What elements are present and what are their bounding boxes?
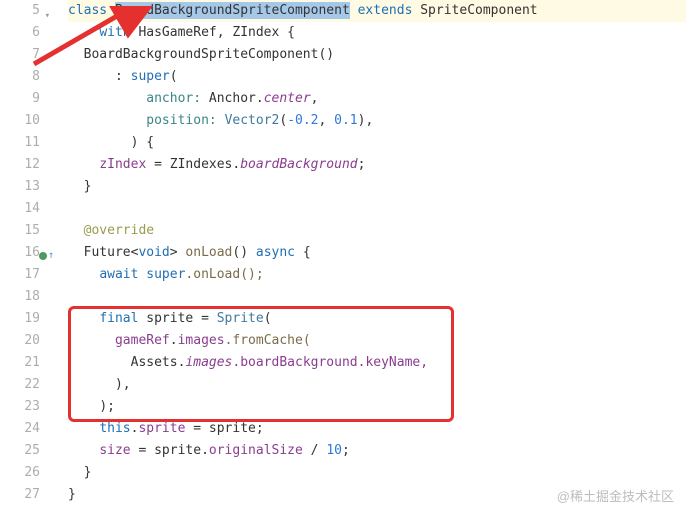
selected-class-name[interactable]: BoardBackgroundSpriteComponent (115, 2, 350, 19)
line-number: 23 (0, 396, 40, 418)
line-number: 22 (0, 374, 40, 396)
override-gutter-icon[interactable] (39, 252, 47, 260)
code-content[interactable]: class BoardBackgroundSpriteComponent ext… (48, 0, 686, 513)
code-line-19[interactable]: final sprite = Sprite( (68, 308, 686, 330)
line-number: 17 (0, 264, 40, 286)
line-number: 13 (0, 176, 40, 198)
line-number: 20 (0, 330, 40, 352)
code-line-10[interactable]: position: Vector2(-0.2, 0.1), (68, 110, 686, 132)
line-number: 11 (0, 132, 40, 154)
code-line-14[interactable] (68, 198, 686, 220)
code-line-16[interactable]: Future<void> onLoad() async { (68, 242, 686, 264)
watermark-text: @稀土掘金技术社区 (557, 486, 674, 505)
line-number: 5▾ (0, 0, 40, 22)
code-line-15[interactable]: @override (68, 220, 686, 242)
code-line-7[interactable]: BoardBackgroundSpriteComponent() (68, 44, 686, 66)
code-line-12[interactable]: zIndex = ZIndexes.boardBackground; (68, 154, 686, 176)
line-number: 10 (0, 110, 40, 132)
code-line-20[interactable]: gameRef.images.fromCache( (68, 330, 686, 352)
code-line-24[interactable]: this.sprite = sprite; (68, 418, 686, 440)
line-number: 15 (0, 220, 40, 242)
code-line-13[interactable]: } (68, 176, 686, 198)
line-number: 19 (0, 308, 40, 330)
code-line-18[interactable] (68, 286, 686, 308)
line-number: 12 (0, 154, 40, 176)
code-line-21[interactable]: Assets.images.boardBackground.keyName, (68, 352, 686, 374)
line-gutter: 5▾ 6 7 8 9 10 11 12 13 14 15 16↑ 17 18 1… (0, 0, 48, 513)
line-number: 25 (0, 440, 40, 462)
line-number: 24 (0, 418, 40, 440)
line-number: 27 (0, 484, 40, 506)
line-number: 21 (0, 352, 40, 374)
code-line-11[interactable]: ) { (68, 132, 686, 154)
line-number: 26 (0, 462, 40, 484)
code-line-6[interactable]: with HasGameRef, ZIndex { (68, 22, 686, 44)
code-line-17[interactable]: await super.onLoad(); (68, 264, 686, 286)
code-line-5[interactable]: class BoardBackgroundSpriteComponent ext… (68, 0, 686, 22)
code-line-25[interactable]: size = sprite.originalSize / 10; (68, 440, 686, 462)
code-line-22[interactable]: ), (68, 374, 686, 396)
line-number: 9 (0, 88, 40, 110)
line-number: 6 (0, 22, 40, 44)
code-line-8[interactable]: : super( (68, 66, 686, 88)
line-number: 7 (0, 44, 40, 66)
line-number: 8 (0, 66, 40, 88)
line-number: 18 (0, 286, 40, 308)
code-line-9[interactable]: anchor: Anchor.center, (68, 88, 686, 110)
line-number: 16↑ (0, 242, 40, 264)
code-line-26[interactable]: } (68, 462, 686, 484)
line-number: 14 (0, 198, 40, 220)
code-editor[interactable]: 5▾ 6 7 8 9 10 11 12 13 14 15 16↑ 17 18 1… (0, 0, 686, 513)
code-line-23[interactable]: ); (68, 396, 686, 418)
